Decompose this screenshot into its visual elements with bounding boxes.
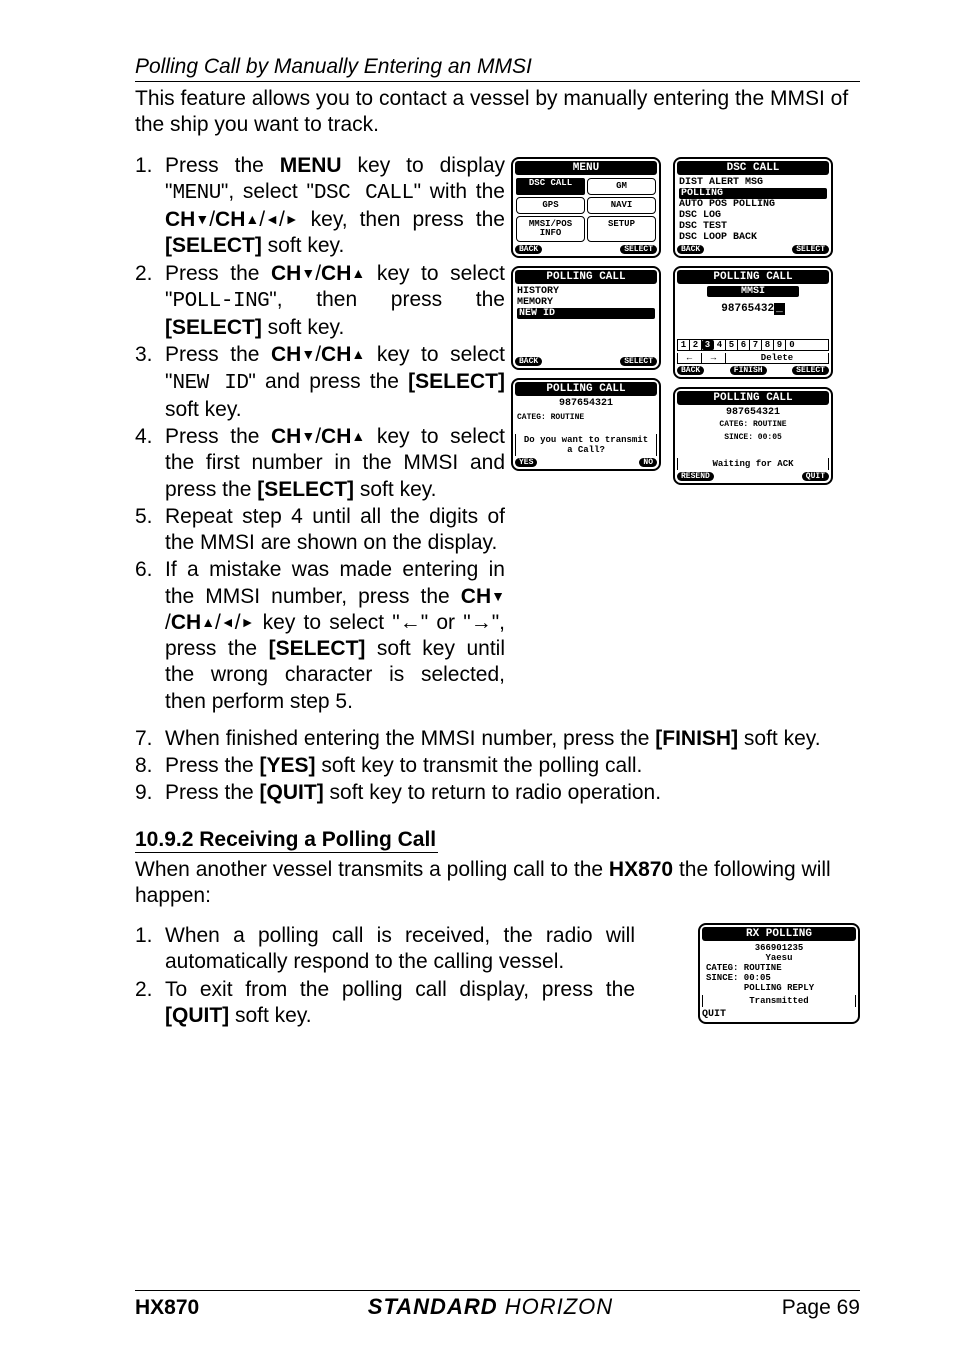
confirm-categ: CATEG: ROUTINE bbox=[515, 413, 657, 422]
step-item: 9.Press the [QUIT] soft key to return to… bbox=[135, 780, 860, 806]
step-item: 2.Press the CH▼/CH▲ key to select "POLL-… bbox=[135, 261, 505, 342]
numpad-digit: 4 bbox=[714, 340, 726, 350]
waiting-status: Waiting for ACK bbox=[677, 458, 829, 470]
numpad-digit: 9 bbox=[774, 340, 786, 350]
step-item: 1.Press the MENU key to display "MENU", … bbox=[135, 153, 505, 260]
steps-list-c: 1.When a polling call is received, the r… bbox=[135, 923, 635, 1030]
step-item: 2.To exit from the polling call display,… bbox=[135, 977, 635, 1030]
delete-key: Delete bbox=[726, 353, 828, 363]
soft-back: BACK bbox=[677, 366, 704, 375]
numpad-digit: 6 bbox=[738, 340, 750, 350]
soft-select: SELECT bbox=[620, 245, 657, 254]
intro-paragraph: This feature allows you to contact a ves… bbox=[135, 86, 860, 139]
rx-categ: CATEG: ROUTINE bbox=[702, 963, 856, 973]
dsc-line: DSC TEST bbox=[677, 221, 829, 232]
panel-waiting: POLLING CALL 987654321 CATEG: ROUTINE SI… bbox=[673, 387, 833, 485]
confirm-prompt: Do you want to transmit a Call? bbox=[515, 434, 657, 456]
arrow-right: → bbox=[702, 353, 726, 363]
mmsi-value: 98765432 bbox=[721, 303, 774, 315]
soft-select: SELECT bbox=[792, 366, 829, 375]
steps-list-a: 1.Press the MENU key to display "MENU", … bbox=[135, 153, 505, 716]
numpad-digit: 2 bbox=[690, 340, 702, 350]
rx-title: RX POLLING bbox=[702, 927, 856, 941]
step-item: 6.If a mistake was made entering in the … bbox=[135, 557, 505, 715]
rx-name: Yaesu bbox=[702, 953, 856, 963]
footer-model: HX870 bbox=[135, 1296, 199, 1320]
arrow-left: ← bbox=[678, 353, 702, 363]
dsc-line: POLLING bbox=[677, 188, 829, 199]
panel-polling-title: POLLING CALL bbox=[515, 270, 657, 284]
steps-list-b: 7.When finished entering the MMSI number… bbox=[135, 726, 860, 807]
dsc-line: DSC LOG bbox=[677, 210, 829, 221]
footer-brand: STANDARD HORIZON bbox=[368, 1294, 613, 1320]
dsc-line: DIST ALERT MSG bbox=[677, 177, 829, 188]
dsc-line: DSC LOOP BACK bbox=[677, 232, 829, 243]
soft-select: SELECT bbox=[620, 357, 657, 366]
mmsi-sub: MMSI bbox=[707, 286, 799, 297]
panel-menu-title: MENU bbox=[515, 161, 657, 175]
rx-since: SINCE: 00:05 bbox=[702, 973, 856, 983]
soft-finish: FINISH bbox=[730, 366, 767, 375]
numpad-digit: 1 bbox=[678, 340, 690, 350]
footer-page: Page 69 bbox=[782, 1296, 860, 1320]
polling-line: MEMORY bbox=[515, 297, 657, 308]
polling-line: NEW ID bbox=[515, 308, 657, 319]
soft-quit: QUIT bbox=[802, 472, 829, 481]
numpad-digit: 5 bbox=[726, 340, 738, 350]
numpad-digit: 7 bbox=[750, 340, 762, 350]
soft-no: NO bbox=[639, 458, 657, 467]
page-footer: HX870 STANDARD HORIZON Page 69 bbox=[135, 1290, 860, 1320]
panel-dsc-call: DSC CALL DIST ALERT MSGPOLLINGAUTO POS P… bbox=[673, 157, 833, 258]
soft-yes: YES bbox=[515, 458, 537, 467]
step-item: 1.When a polling call is received, the r… bbox=[135, 923, 635, 976]
numpad-digit: 3 bbox=[702, 340, 714, 350]
step-item: 4.Press the CH▼/CH▲ key to select the fi… bbox=[135, 424, 505, 503]
waiting-since: SINCE: 00:05 bbox=[677, 433, 829, 442]
panel-mmsi-entry: POLLING CALL MMSI 98765432_ 1234567890 ←… bbox=[673, 266, 833, 379]
subheading: Polling Call by Manually Entering an MMS… bbox=[135, 55, 860, 82]
panel-confirm: POLLING CALL 987654321 CATEG: ROUTINE Do… bbox=[511, 378, 661, 471]
step-item: 3.Press the CH▼/CH▲ key to select "NEW I… bbox=[135, 342, 505, 423]
waiting-mmsi: 987654321 bbox=[677, 407, 829, 418]
step-item: 8.Press the [YES] soft key to transmit t… bbox=[135, 753, 860, 779]
dsc-line: AUTO POS POLLING bbox=[677, 199, 829, 210]
soft-quit: QUIT bbox=[702, 1009, 726, 1020]
menu-cell: MMSI/POS INFO bbox=[516, 216, 585, 242]
soft-back: BACK bbox=[515, 357, 542, 366]
rx-mmsi: 366901235 bbox=[702, 943, 856, 953]
menu-cell: SETUP bbox=[587, 216, 656, 242]
panel-dsc-title: DSC CALL bbox=[677, 161, 829, 175]
menu-cell: DSC CALL bbox=[516, 178, 585, 195]
step-item: 5.Repeat step 4 until all the digits of … bbox=[135, 504, 505, 557]
soft-back: BACK bbox=[515, 245, 542, 254]
section-heading-2: 10.9.2 Receiving a Polling Call bbox=[135, 828, 438, 853]
soft-select: SELECT bbox=[792, 245, 829, 254]
numpad-digit: 8 bbox=[762, 340, 774, 350]
panel-waiting-title: POLLING CALL bbox=[677, 391, 829, 405]
panel-mmsi-title: POLLING CALL bbox=[677, 270, 829, 284]
polling-line: HISTORY bbox=[515, 286, 657, 297]
panel-polling-list: POLLING CALL HISTORYMEMORYNEW ID BACK SE… bbox=[511, 266, 661, 370]
panel-menu: MENU DSC CALLGMGPSNAVIMMSI/POS INFOSETUP… bbox=[511, 157, 661, 258]
section-2-intro: When another vessel transmits a polling … bbox=[135, 857, 860, 910]
rx-reply: POLLING REPLY bbox=[702, 983, 856, 993]
numpad-digit: 0 bbox=[786, 340, 798, 350]
diagram-group: MENU DSC CALLGMGPSNAVIMMSI/POS INFOSETUP… bbox=[511, 153, 833, 485]
panel-rx-polling: RX POLLING 366901235 Yaesu CATEG: ROUTIN… bbox=[698, 923, 860, 1024]
menu-cell: GM bbox=[587, 178, 656, 195]
waiting-categ: CATEG: ROUTINE bbox=[677, 420, 829, 429]
soft-back: BACK bbox=[677, 245, 704, 254]
panel-confirm-title: POLLING CALL bbox=[515, 382, 657, 396]
menu-cell: NAVI bbox=[587, 197, 656, 214]
soft-resend: RESEND bbox=[677, 472, 714, 481]
confirm-mmsi: 987654321 bbox=[515, 398, 657, 409]
menu-cell: GPS bbox=[516, 197, 585, 214]
rx-status: Transmitted bbox=[702, 995, 856, 1007]
step-item: 7.When finished entering the MMSI number… bbox=[135, 726, 860, 752]
